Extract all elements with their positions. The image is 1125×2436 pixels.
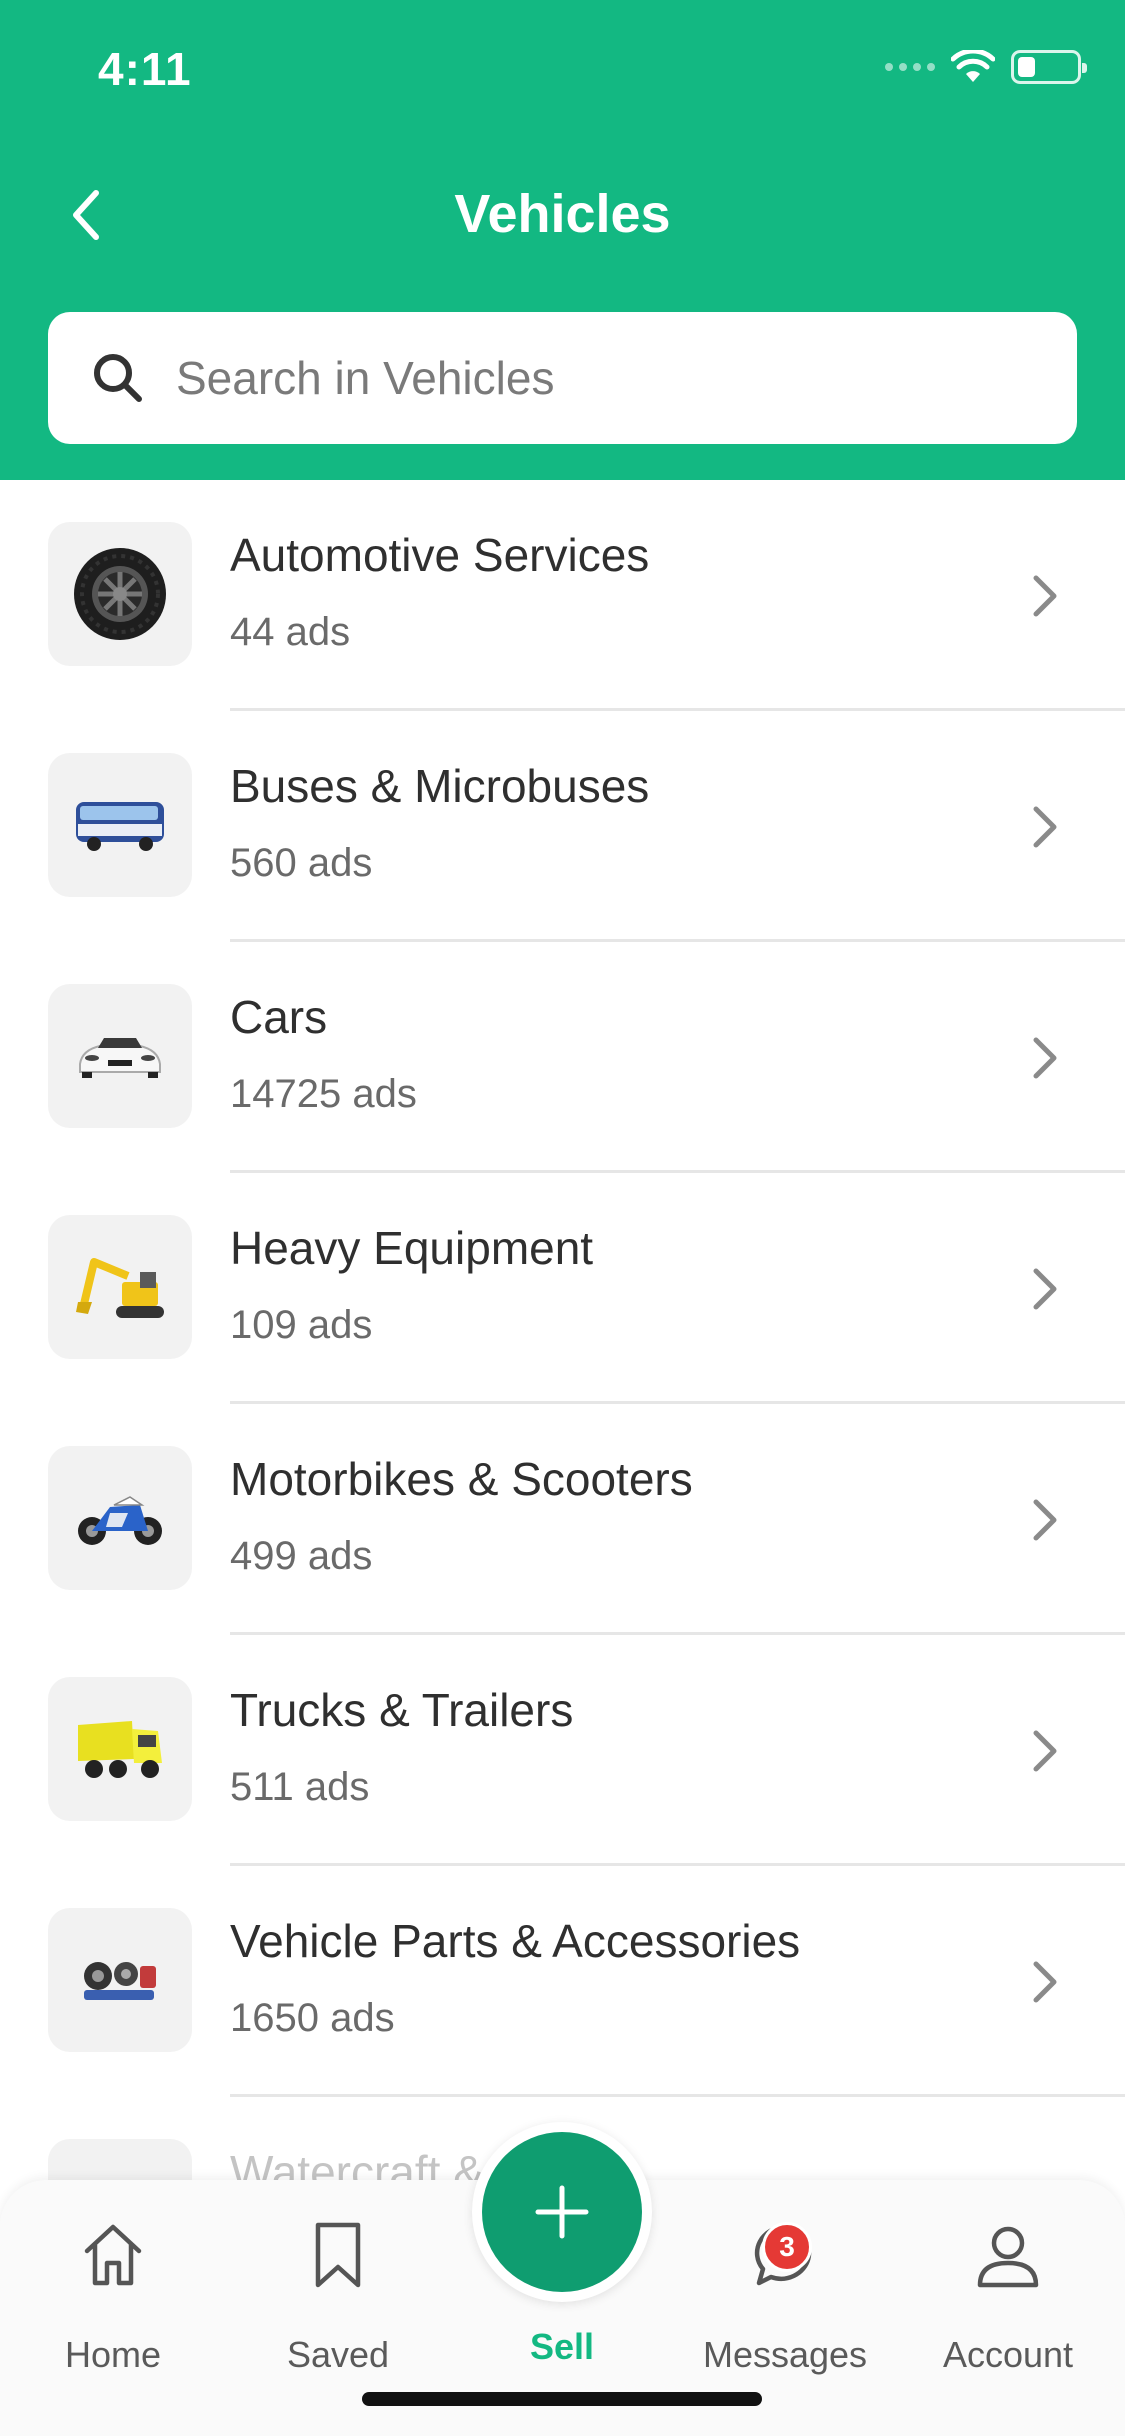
category-row-automotive-services[interactable]: Automotive Services 44 ads <box>0 480 1125 711</box>
category-label: Motorbikes & Scooters <box>230 1453 693 1505</box>
category-count: 499 ads <box>230 1534 373 1578</box>
category-count: 511 ads <box>230 1765 370 1809</box>
category-row-buses[interactable]: Buses & Microbuses 560 ads <box>0 711 1125 942</box>
wifi-icon <box>951 50 995 82</box>
cellular-signal-icon <box>885 63 935 71</box>
category-count: 1650 ads <box>230 1996 395 2040</box>
nav-saved-label: Saved <box>286 2334 390 2375</box>
plus-icon <box>535 2185 589 2239</box>
bus-icon <box>48 753 192 897</box>
category-label: Heavy Equipment <box>230 1222 594 1274</box>
category-row-motorbikes[interactable]: Motorbikes & Scooters 499 ads <box>0 1404 1125 1635</box>
nav-sell-label: Sell <box>529 2326 595 2367</box>
category-row-heavy-equipment[interactable]: Heavy Equipment 109 ads <box>0 1173 1125 1404</box>
category-label: Trucks & Trailers <box>230 1684 574 1736</box>
home-icon <box>13 2210 213 2300</box>
nav-account[interactable]: Account <box>908 2210 1108 2376</box>
chevron-right-icon <box>1025 1030 1065 1086</box>
status-icons <box>885 50 1087 84</box>
nav-home-label: Home <box>64 2334 162 2375</box>
search-bar[interactable] <box>48 312 1077 444</box>
nav-home[interactable]: Home <box>13 2210 213 2376</box>
nav-account-label: Account <box>942 2334 1074 2375</box>
truck-icon <box>48 1677 192 1821</box>
tire-icon <box>48 522 192 666</box>
battery-icon <box>1011 50 1087 84</box>
category-count: 14725 ads <box>230 1072 417 1116</box>
chevron-right-icon <box>1025 1954 1065 2010</box>
search-icon <box>88 348 148 408</box>
screen: 4:11 Vehicles Search in Vehicles Automot… <box>0 0 1125 2436</box>
nav-messages-label: Messages <box>702 2334 868 2375</box>
status-time: 4:11 <box>98 43 192 95</box>
nav-saved[interactable]: Saved <box>238 2210 438 2376</box>
sell-button[interactable] <box>472 2122 652 2302</box>
header: 4:11 Vehicles <box>0 0 1125 480</box>
chevron-right-icon <box>1025 1261 1065 1317</box>
bookmark-icon <box>238 2210 438 2300</box>
category-row-trucks[interactable]: Trucks & Trailers 511 ads <box>0 1635 1125 1866</box>
category-label: Buses & Microbuses <box>230 760 650 812</box>
category-row-vehicle-parts[interactable]: Vehicle Parts & Accessories 1650 ads <box>0 1866 1125 2097</box>
search-input[interactable] <box>176 351 1036 405</box>
home-indicator <box>362 2392 762 2406</box>
car-icon <box>48 984 192 1128</box>
page-title: Vehicles <box>454 184 671 244</box>
motorbike-icon <box>48 1446 192 1590</box>
category-label: Cars <box>230 991 328 1043</box>
category-list: Automotive Services 44 ads Buses & Micro… <box>0 480 1125 2328</box>
chevron-right-icon <box>1025 799 1065 855</box>
category-count: 560 ads <box>230 841 373 885</box>
excavator-icon <box>48 1215 192 1359</box>
category-count: 109 ads <box>230 1303 373 1347</box>
category-label: Vehicle Parts & Accessories <box>230 1915 801 1967</box>
parts-icon <box>48 1908 192 2052</box>
chevron-right-icon <box>1025 1492 1065 1548</box>
chevron-right-icon <box>1025 1723 1065 1779</box>
messages-badge: 3 <box>762 2222 812 2272</box>
chevron-right-icon <box>1025 568 1065 624</box>
category-label: Automotive Services <box>230 529 650 581</box>
category-count: 44 ads <box>230 610 351 654</box>
sell-button-fill <box>482 2132 642 2292</box>
category-row-cars[interactable]: Cars 14725 ads <box>0 942 1125 1173</box>
user-icon <box>908 2210 1108 2300</box>
